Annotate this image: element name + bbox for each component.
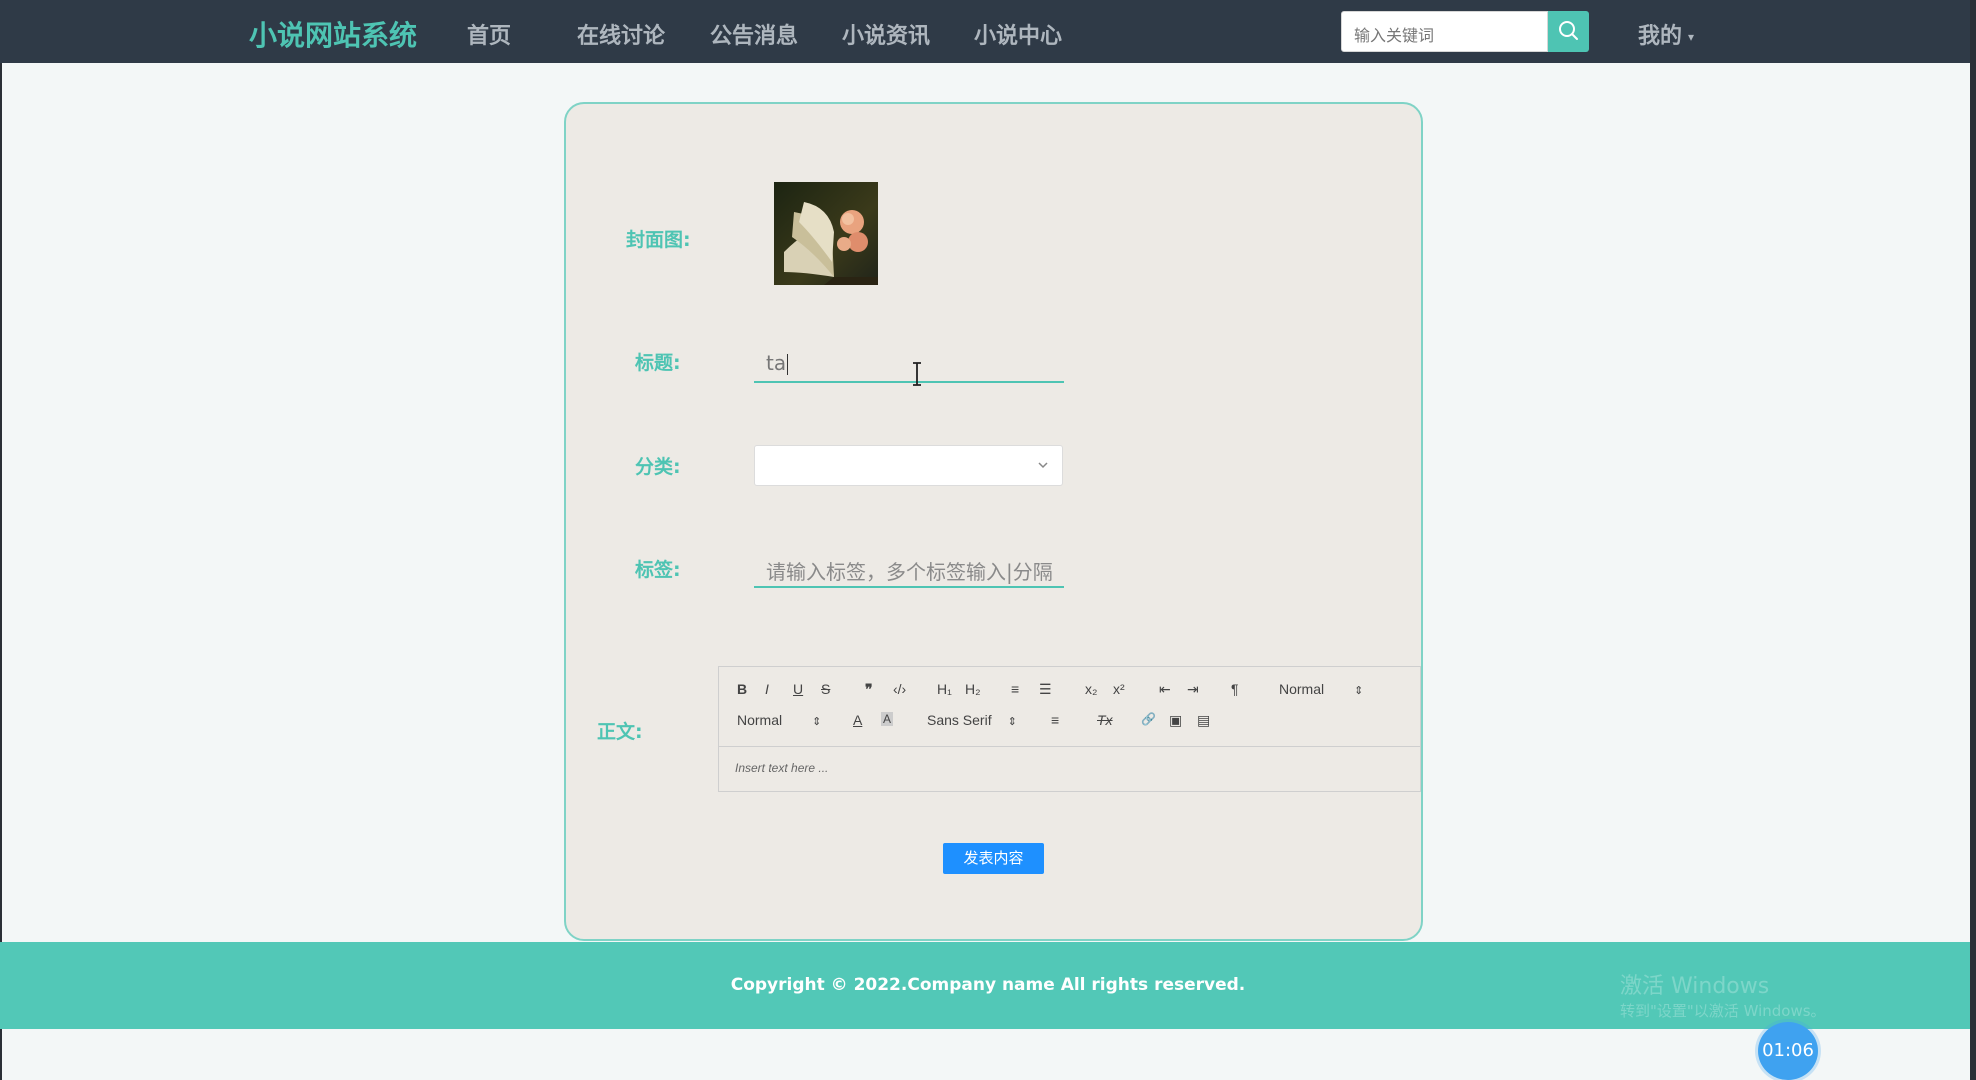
- publish-button[interactable]: 发表内容: [943, 843, 1044, 874]
- title-input[interactable]: ta: [754, 343, 1064, 383]
- font-select[interactable]: Sans Serif ⇕: [927, 712, 1017, 728]
- windows-activation-hint: 转到"设置"以激活 Windows。: [1620, 1002, 1826, 1020]
- bullet-list-button[interactable]: ☰: [1039, 681, 1052, 698]
- nav-home[interactable]: 首页: [467, 18, 511, 50]
- subscript-button[interactable]: x₂: [1085, 681, 1097, 697]
- h2-button[interactable]: H₂: [965, 681, 981, 697]
- italic-button[interactable]: I: [765, 681, 769, 697]
- cover-label: 封面图:: [626, 229, 691, 251]
- editor-content-area[interactable]: Insert text here ...: [735, 761, 828, 775]
- site-brand[interactable]: 小说网站系统: [249, 14, 417, 54]
- screen-edge-right: [1970, 0, 1976, 1080]
- size-select[interactable]: Normal ⇕: [737, 712, 821, 728]
- outdent-button[interactable]: ⇤: [1159, 681, 1171, 698]
- body-label: 正文:: [597, 721, 643, 743]
- footer: Copyright © 2022.Company name All rights…: [0, 942, 1976, 1029]
- search-icon: [1559, 21, 1578, 40]
- screen-edge-left: [0, 0, 2, 1080]
- text-direction-button[interactable]: ¶: [1231, 681, 1239, 697]
- ibeam-cursor-icon: [913, 362, 921, 386]
- text-cursor: [787, 354, 789, 375]
- header-select[interactable]: Normal ⇕: [1279, 681, 1363, 697]
- caret-down-icon: ▾: [1688, 30, 1695, 44]
- book-rose-image: [774, 182, 878, 285]
- font-select-value: Sans Serif: [927, 712, 992, 728]
- nav-novel-center[interactable]: 小说中心: [974, 18, 1062, 50]
- align-button[interactable]: ≡: [1051, 712, 1059, 728]
- search-input[interactable]: 输入关键词: [1341, 11, 1548, 52]
- category-label: 分类:: [635, 456, 681, 478]
- editor-toolbar-row-2: Normal ⇕ A A Sans Serif ⇕ ≡ Tx 🔗 ▣ ▤: [719, 712, 1420, 742]
- nav-discussion[interactable]: 在线讨论: [577, 18, 665, 50]
- link-button[interactable]: 🔗: [1141, 712, 1156, 726]
- ordered-list-button[interactable]: ≡: [1011, 681, 1019, 697]
- clean-format-button[interactable]: Tx: [1097, 712, 1113, 728]
- cover-image[interactable]: [774, 182, 878, 285]
- search-button[interactable]: [1548, 11, 1589, 52]
- nav-news[interactable]: 小说资讯: [842, 18, 930, 50]
- user-menu[interactable]: 我的 ▾: [1638, 18, 1694, 50]
- background-color-button[interactable]: A: [881, 712, 894, 726]
- code-block-button[interactable]: ‹/›: [893, 681, 906, 697]
- chevron-down-icon: [1038, 462, 1048, 469]
- header-select-value: Normal: [1279, 681, 1325, 697]
- h1-button[interactable]: H₁: [937, 681, 952, 697]
- tags-placeholder: 请输入标签，多个标签输入|分隔: [766, 560, 1053, 584]
- image-button[interactable]: ▣: [1169, 712, 1182, 729]
- publish-form-card: [564, 102, 1423, 941]
- size-select-value: Normal: [737, 712, 783, 728]
- updown-icon: ⇕: [1007, 716, 1017, 728]
- updown-icon: ⇕: [1354, 685, 1364, 697]
- underline-button[interactable]: U: [793, 681, 803, 697]
- top-navbar: 小说网站系统 首页 在线讨论 公告消息 小说资讯 小说中心 输入关键词 我的 ▾: [0, 0, 1976, 63]
- editor-toolbar-row-1: B I U S ❞ ‹/› H₁ H₂ ≡ ☰ x₂ x² ⇤ ⇥ ¶ Norm…: [719, 681, 1420, 711]
- title-input-value: ta: [766, 351, 787, 375]
- recording-timer[interactable]: 01:06: [1758, 1022, 1818, 1080]
- video-button[interactable]: ▤: [1197, 712, 1210, 729]
- strike-button[interactable]: S: [821, 681, 830, 697]
- user-menu-label: 我的: [1638, 24, 1683, 49]
- rich-text-editor: B I U S ❞ ‹/› H₁ H₂ ≡ ☰ x₂ x² ⇤ ⇥ ¶ Norm…: [718, 666, 1421, 792]
- blockquote-button[interactable]: ❞: [865, 681, 873, 698]
- category-select[interactable]: [754, 445, 1063, 486]
- bold-button[interactable]: B: [737, 681, 747, 697]
- tags-label: 标签:: [635, 559, 681, 581]
- editor-divider: [719, 746, 1420, 747]
- updown-icon: ⇕: [812, 716, 822, 728]
- font-color-button[interactable]: A: [853, 712, 862, 728]
- nav-announcements[interactable]: 公告消息: [710, 18, 798, 50]
- indent-button[interactable]: ⇥: [1187, 681, 1199, 698]
- windows-activation-watermark: 激活 Windows: [1620, 974, 1770, 999]
- superscript-button[interactable]: x²: [1113, 681, 1125, 697]
- tags-input[interactable]: 请输入标签，多个标签输入|分隔: [754, 548, 1064, 588]
- title-label: 标题:: [635, 352, 681, 374]
